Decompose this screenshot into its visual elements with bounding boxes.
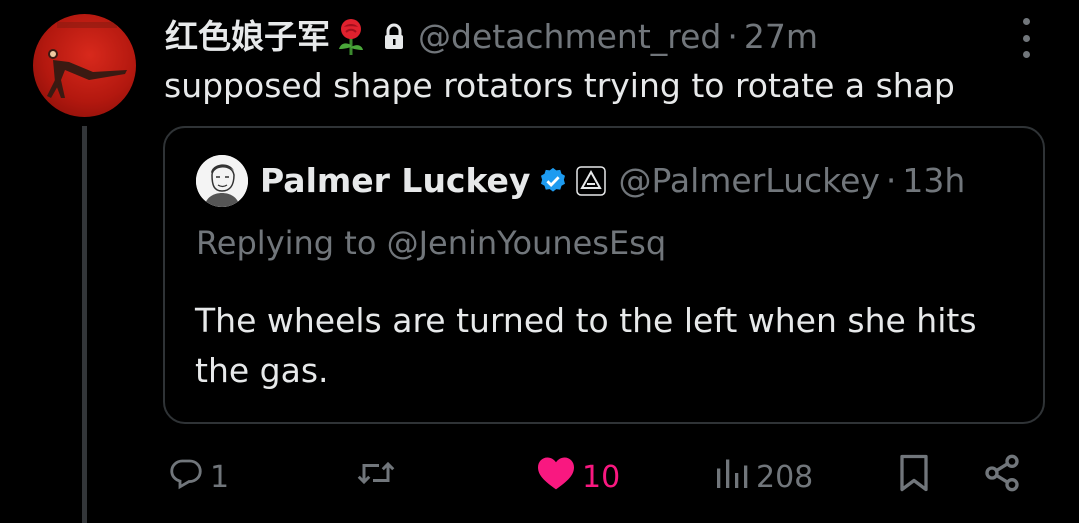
quoted-tweet-timestamp[interactable]: 13h: [902, 156, 965, 206]
analytics-icon: [714, 455, 750, 499]
bookmark-button[interactable]: [896, 452, 932, 502]
verified-badge-icon[interactable]: [538, 166, 568, 196]
reply-button[interactable]: 1: [168, 452, 229, 502]
quoted-tweet-text: The wheels are turned to the left when s…: [195, 301, 977, 390]
heart-icon: [536, 455, 576, 499]
retweet-icon: [356, 455, 396, 499]
replying-to-label[interactable]: Replying to @JeninYounesEsq: [196, 220, 666, 266]
share-icon: [982, 453, 1022, 501]
quoted-author-handle[interactable]: @PalmerLuckey: [618, 156, 879, 206]
rose-icon: [334, 17, 368, 57]
quoted-author-display-name[interactable]: Palmer Luckey: [260, 156, 530, 206]
retweet-button[interactable]: [356, 452, 402, 502]
views-button[interactable]: 208: [714, 452, 813, 502]
author-display-name[interactable]: 红色娘子军: [165, 12, 330, 62]
tweet-timestamp[interactable]: 27m: [744, 12, 818, 62]
more-options-icon[interactable]: [1014, 18, 1038, 58]
author-avatar[interactable]: [33, 14, 136, 117]
bookmark-icon: [896, 453, 932, 501]
header-separator: ·: [727, 17, 738, 56]
quoted-author-avatar: [196, 155, 248, 207]
quoted-header-separator: ·: [885, 161, 897, 200]
quoted-tweet-header: Palmer Luckey @PalmerLuckey · 13h: [260, 156, 965, 206]
reply-count: 1: [210, 459, 230, 495]
lock-icon: [382, 22, 406, 52]
author-handle[interactable]: @detachment_red: [418, 12, 721, 62]
like-button[interactable]: 10: [536, 452, 620, 502]
affiliation-badge-icon[interactable]: [576, 166, 607, 196]
like-count: 10: [582, 459, 621, 495]
share-button[interactable]: [982, 452, 1022, 502]
reply-icon: [168, 455, 204, 499]
tweet-text: supposed shape rotators trying to rotate…: [164, 66, 955, 105]
view-count: 208: [756, 459, 814, 495]
thread-line: [82, 126, 87, 523]
tweet-header: 红色娘子军 @detachment_red · 27m: [165, 12, 818, 62]
